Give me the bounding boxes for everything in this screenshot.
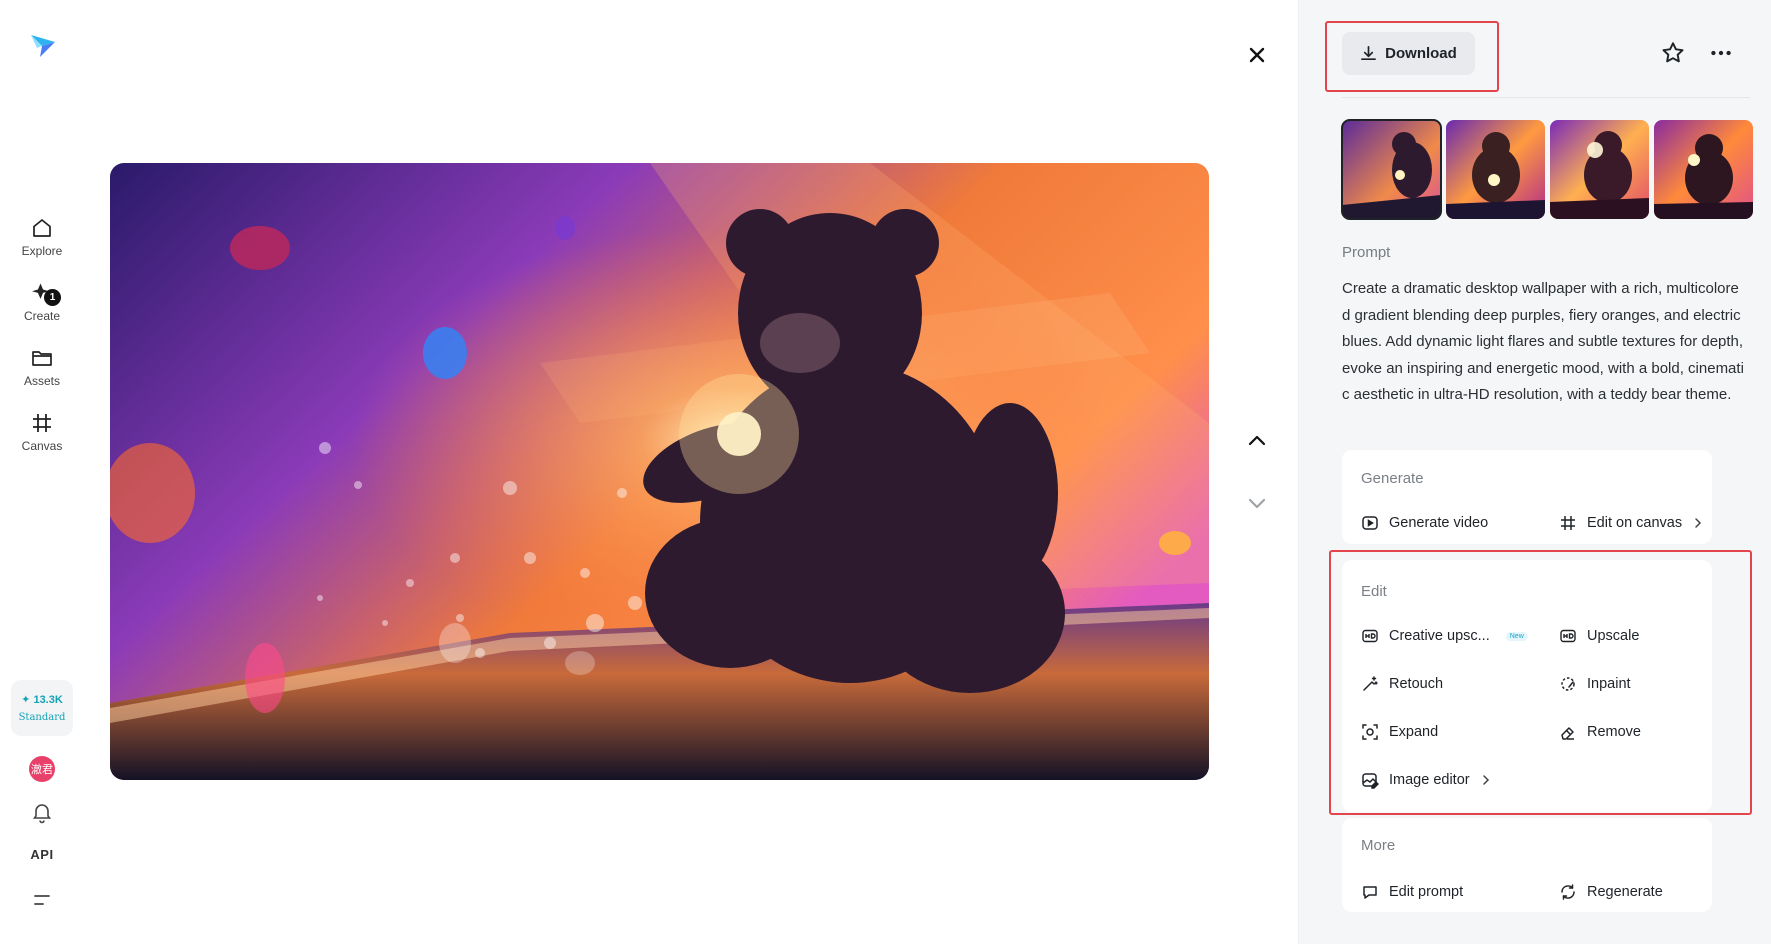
prompt-label: Prompt bbox=[1342, 244, 1391, 261]
play-icon bbox=[1362, 516, 1378, 530]
canvas-icon bbox=[1561, 516, 1575, 530]
generate-section: Generate Generate video Edit on canvas bbox=[1342, 450, 1712, 544]
hd-icon bbox=[1560, 629, 1576, 643]
edit-prompt-icon bbox=[1363, 886, 1377, 899]
star-icon[interactable] bbox=[1660, 40, 1686, 66]
generated-image bbox=[110, 163, 1209, 780]
image-editor-label: Image editor bbox=[1389, 772, 1470, 788]
menu-icon[interactable] bbox=[32, 890, 52, 910]
logo-icon[interactable] bbox=[28, 30, 58, 60]
previous-image-chevron-up-icon[interactable] bbox=[1243, 426, 1271, 454]
nav-assets[interactable]: Assets bbox=[0, 346, 84, 388]
upscale-label: Upscale bbox=[1587, 628, 1640, 644]
edit-title: Edit bbox=[1361, 583, 1387, 600]
hd-plus-icon bbox=[1362, 629, 1378, 643]
nav-create[interactable]: 1 Create bbox=[0, 281, 84, 323]
nav-explore[interactable]: Explore bbox=[0, 216, 84, 258]
download-icon bbox=[1361, 46, 1377, 61]
nav-create-label: Create bbox=[23, 309, 61, 323]
thumbnail-2[interactable] bbox=[1446, 120, 1545, 219]
edit-section: Edit Creative upsc... New Upscale Retouc… bbox=[1342, 560, 1712, 812]
close-icon[interactable] bbox=[1243, 41, 1271, 69]
more-options-icon[interactable] bbox=[1708, 40, 1734, 66]
remove-button[interactable]: Remove bbox=[1559, 721, 1641, 743]
eraser-icon bbox=[1561, 727, 1574, 740]
edit-prompt-button[interactable]: Edit prompt bbox=[1361, 881, 1463, 903]
avatar[interactable]: 澈君 bbox=[29, 756, 55, 782]
credits-amount: ✦ 13.3K bbox=[21, 694, 63, 706]
inpaint-icon bbox=[1561, 677, 1575, 691]
expand-icon bbox=[1362, 724, 1378, 740]
nav-canvas[interactable]: Canvas bbox=[0, 411, 84, 453]
expand-button[interactable]: Expand bbox=[1361, 721, 1438, 743]
edit-on-canvas-button[interactable]: Edit on canvas bbox=[1559, 512, 1704, 534]
chevron-right-icon bbox=[1482, 775, 1489, 785]
thumbnail-3[interactable] bbox=[1550, 120, 1649, 219]
nav-assets-label: Assets bbox=[23, 374, 60, 388]
create-count-badge: 1 bbox=[44, 289, 61, 306]
api-link[interactable]: API bbox=[0, 847, 84, 862]
regenerate-label: Regenerate bbox=[1587, 884, 1663, 900]
credits-badge[interactable]: ✦ 13.3K Standard bbox=[11, 680, 73, 736]
more-section: More Edit prompt Regenerate bbox=[1342, 818, 1712, 912]
retouch-label: Retouch bbox=[1389, 676, 1444, 692]
nav-canvas-label: Canvas bbox=[21, 439, 63, 453]
inpaint-label: Inpaint bbox=[1587, 676, 1631, 692]
retouch-button[interactable]: Retouch bbox=[1361, 673, 1443, 695]
plan-name: Standard bbox=[18, 712, 66, 723]
remove-label: Remove bbox=[1587, 724, 1641, 740]
canvas-icon bbox=[33, 414, 51, 432]
thumbnail-1[interactable] bbox=[1341, 119, 1442, 220]
bell-icon[interactable] bbox=[30, 800, 54, 824]
image-editor-button[interactable]: Image editor bbox=[1361, 769, 1492, 791]
image-editor-icon bbox=[1362, 773, 1379, 789]
creative-upscale-label: Creative upsc... bbox=[1389, 628, 1490, 644]
magic-wand-icon bbox=[1363, 676, 1378, 691]
edit-on-canvas-label: Edit on canvas bbox=[1587, 515, 1683, 531]
expand-label: Expand bbox=[1389, 724, 1439, 740]
header-divider bbox=[1342, 97, 1750, 98]
download-button[interactable]: Download bbox=[1342, 32, 1475, 75]
regenerate-icon bbox=[1561, 884, 1575, 900]
upscale-button[interactable]: Upscale bbox=[1559, 625, 1639, 647]
nav-explore-label: Explore bbox=[21, 244, 63, 258]
chevron-right-icon bbox=[1695, 518, 1702, 528]
more-title: More bbox=[1361, 837, 1396, 854]
left-navigation: Explore 1 Create Assets Canvas ✦ 13.3K S… bbox=[0, 0, 84, 944]
next-image-chevron-down-icon[interactable] bbox=[1243, 489, 1271, 517]
generate-video-button[interactable]: Generate video bbox=[1361, 512, 1488, 534]
generate-title: Generate bbox=[1361, 470, 1424, 487]
regenerate-button[interactable]: Regenerate bbox=[1559, 881, 1663, 903]
new-badge: New bbox=[1505, 631, 1528, 641]
thumbnail-4[interactable] bbox=[1654, 120, 1753, 219]
generate-video-label: Generate video bbox=[1389, 515, 1489, 531]
creative-upscale-button[interactable]: Creative upsc... New bbox=[1361, 625, 1528, 647]
prompt-text: Create a dramatic desktop wallpaper with… bbox=[1342, 280, 1744, 403]
folder-icon bbox=[32, 351, 52, 366]
edit-prompt-label: Edit prompt bbox=[1389, 884, 1464, 900]
download-label: Download bbox=[1385, 45, 1457, 62]
inpaint-button[interactable]: Inpaint bbox=[1559, 673, 1631, 695]
home-icon bbox=[33, 219, 51, 237]
